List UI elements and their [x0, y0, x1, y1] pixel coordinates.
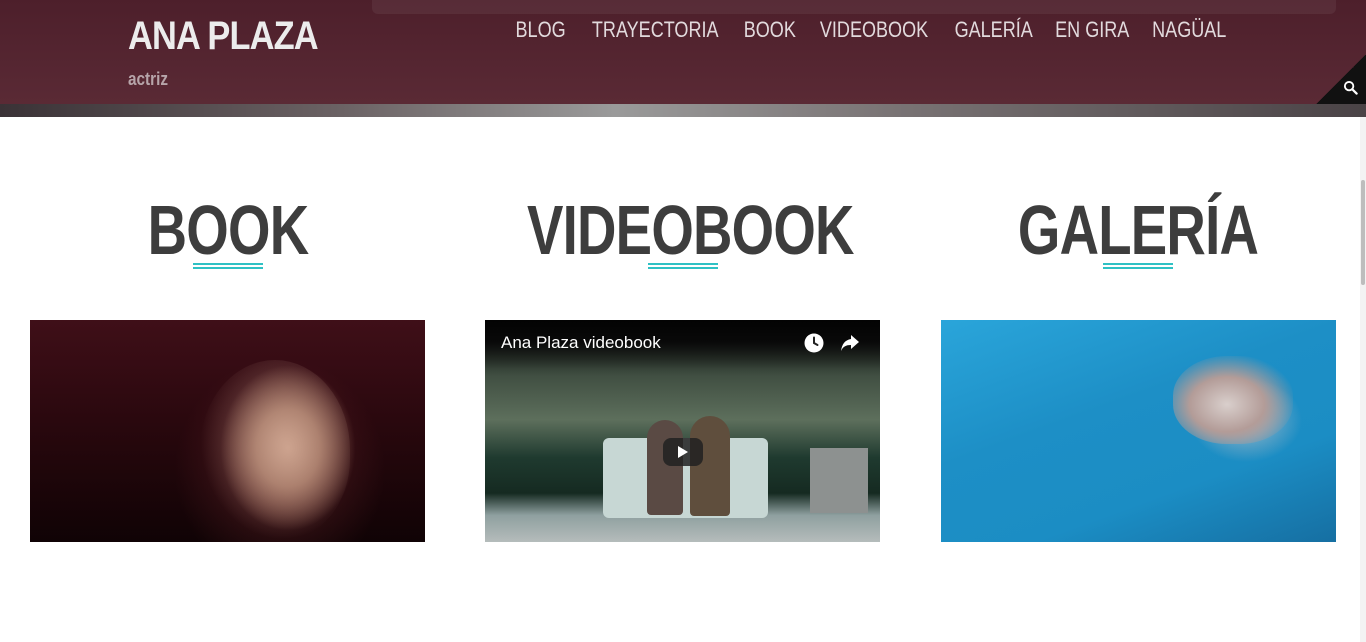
galeria-portrait: [1173, 356, 1293, 444]
play-icon: [678, 446, 688, 458]
video-scene-table: [810, 448, 868, 513]
play-button[interactable]: [663, 438, 703, 466]
videobook-heading: VIDEOBOOK: [527, 191, 854, 269]
nav-item-galeria[interactable]: GALERÍA: [954, 17, 1032, 43]
book-image[interactable]: [30, 320, 425, 542]
nav-item-nagual[interactable]: NAGÜAL: [1152, 17, 1226, 43]
nav-item-book[interactable]: BOOK: [744, 17, 796, 43]
scrollbar-thumb[interactable]: [1361, 180, 1365, 285]
galeria-image[interactable]: [941, 320, 1336, 542]
search-icon: [1343, 80, 1358, 95]
nav-item-trayectoria[interactable]: TRAYECTORIA: [592, 17, 719, 43]
video-scene-person: [647, 420, 683, 515]
video-scene-person: [690, 416, 730, 516]
galeria-heading: GALERÍA: [1017, 191, 1259, 269]
book-heading-underline: [193, 263, 263, 269]
main-nav: BLOG TRAYECTORIA BOOK VIDEOBOOK GALERÍA …: [516, 17, 1228, 43]
nav-item-blog[interactable]: BLOG: [516, 17, 566, 43]
site-header: ANA PLAZA actriz BLOG TRAYECTORIA BOOK V…: [0, 0, 1366, 104]
clock-icon[interactable]: [803, 332, 825, 354]
site-title[interactable]: ANA PLAZA: [128, 14, 319, 59]
nav-item-en-gira[interactable]: EN GIRA: [1055, 17, 1129, 43]
search-toggle-button[interactable]: [1316, 55, 1366, 104]
galeria-heading-underline: [1103, 263, 1173, 269]
videobook-heading-underline: [648, 263, 718, 269]
site-tagline: actriz: [128, 69, 168, 89]
share-icon[interactable]: [839, 333, 861, 353]
videobook-player[interactable]: Ana Plaza videobook: [485, 320, 880, 542]
book-portrait: [200, 360, 350, 540]
video-title[interactable]: Ana Plaza videobook: [501, 333, 661, 353]
ghost-search-field: [372, 0, 1336, 14]
page-scrollbar[interactable]: [1360, 117, 1366, 642]
book-heading: BOOK: [147, 191, 309, 269]
nav-item-videobook[interactable]: VIDEOBOOK: [820, 17, 928, 43]
